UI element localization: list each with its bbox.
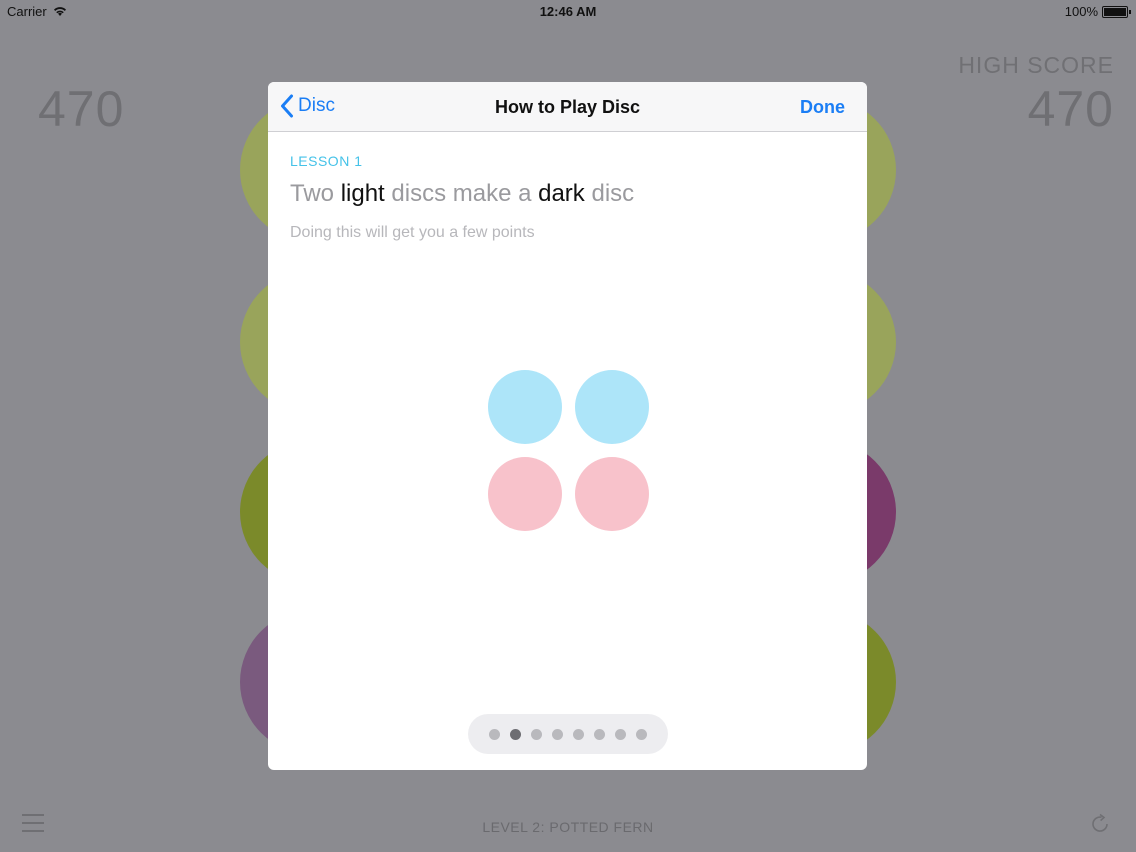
- level-label: LEVEL 2: POTTED FERN: [482, 819, 654, 835]
- refresh-icon[interactable]: [1088, 812, 1112, 836]
- back-button-label: Disc: [298, 95, 335, 116]
- back-button[interactable]: Disc: [280, 92, 335, 120]
- page-dot[interactable]: [531, 728, 542, 740]
- lesson-subtitle: Doing this will get you a few points: [290, 224, 535, 241]
- page-dot[interactable]: [594, 728, 605, 740]
- demo-disc-light-pink: [575, 457, 649, 531]
- lesson-title-light: light: [340, 180, 385, 207]
- battery-percent: 100%: [1064, 4, 1098, 19]
- lesson-title: Two light discs make a dark disc: [290, 180, 635, 207]
- page-dot[interactable]: [489, 728, 500, 740]
- battery-icon: [1102, 5, 1131, 18]
- high-score-value: 470: [1027, 81, 1114, 137]
- modal-title: How to Play Disc: [494, 97, 641, 117]
- page-dot[interactable]: [552, 728, 563, 740]
- current-score: 470: [38, 81, 125, 137]
- status-bar: Carrier 12:46 AM 100%: [0, 0, 1136, 22]
- demo-disc-light-blue: [488, 370, 562, 444]
- page-dot[interactable]: [573, 728, 584, 740]
- demo-disc-light-blue: [575, 370, 649, 444]
- lesson-title-dark: dark: [538, 180, 585, 207]
- lesson-label: LESSON 1: [290, 153, 363, 169]
- page-dot[interactable]: [510, 728, 521, 740]
- status-time: 12:46 AM: [539, 4, 597, 19]
- modal-nav-bar: Disc How to Play Disc Done: [268, 82, 867, 132]
- how-to-play-modal: Disc How to Play Disc Done LESSON 1 Two …: [268, 82, 867, 770]
- page-dot[interactable]: [615, 728, 626, 740]
- demo-disc-light-pink: [488, 457, 562, 531]
- page-dot[interactable]: [636, 728, 647, 740]
- high-score-label: HIGH SCORE: [958, 52, 1114, 78]
- done-button[interactable]: Done: [800, 97, 845, 118]
- chevron-left-icon: [281, 94, 293, 118]
- bottom-bar: LEVEL 2: POTTED FERN: [0, 800, 1136, 852]
- page-indicator[interactable]: [468, 714, 668, 754]
